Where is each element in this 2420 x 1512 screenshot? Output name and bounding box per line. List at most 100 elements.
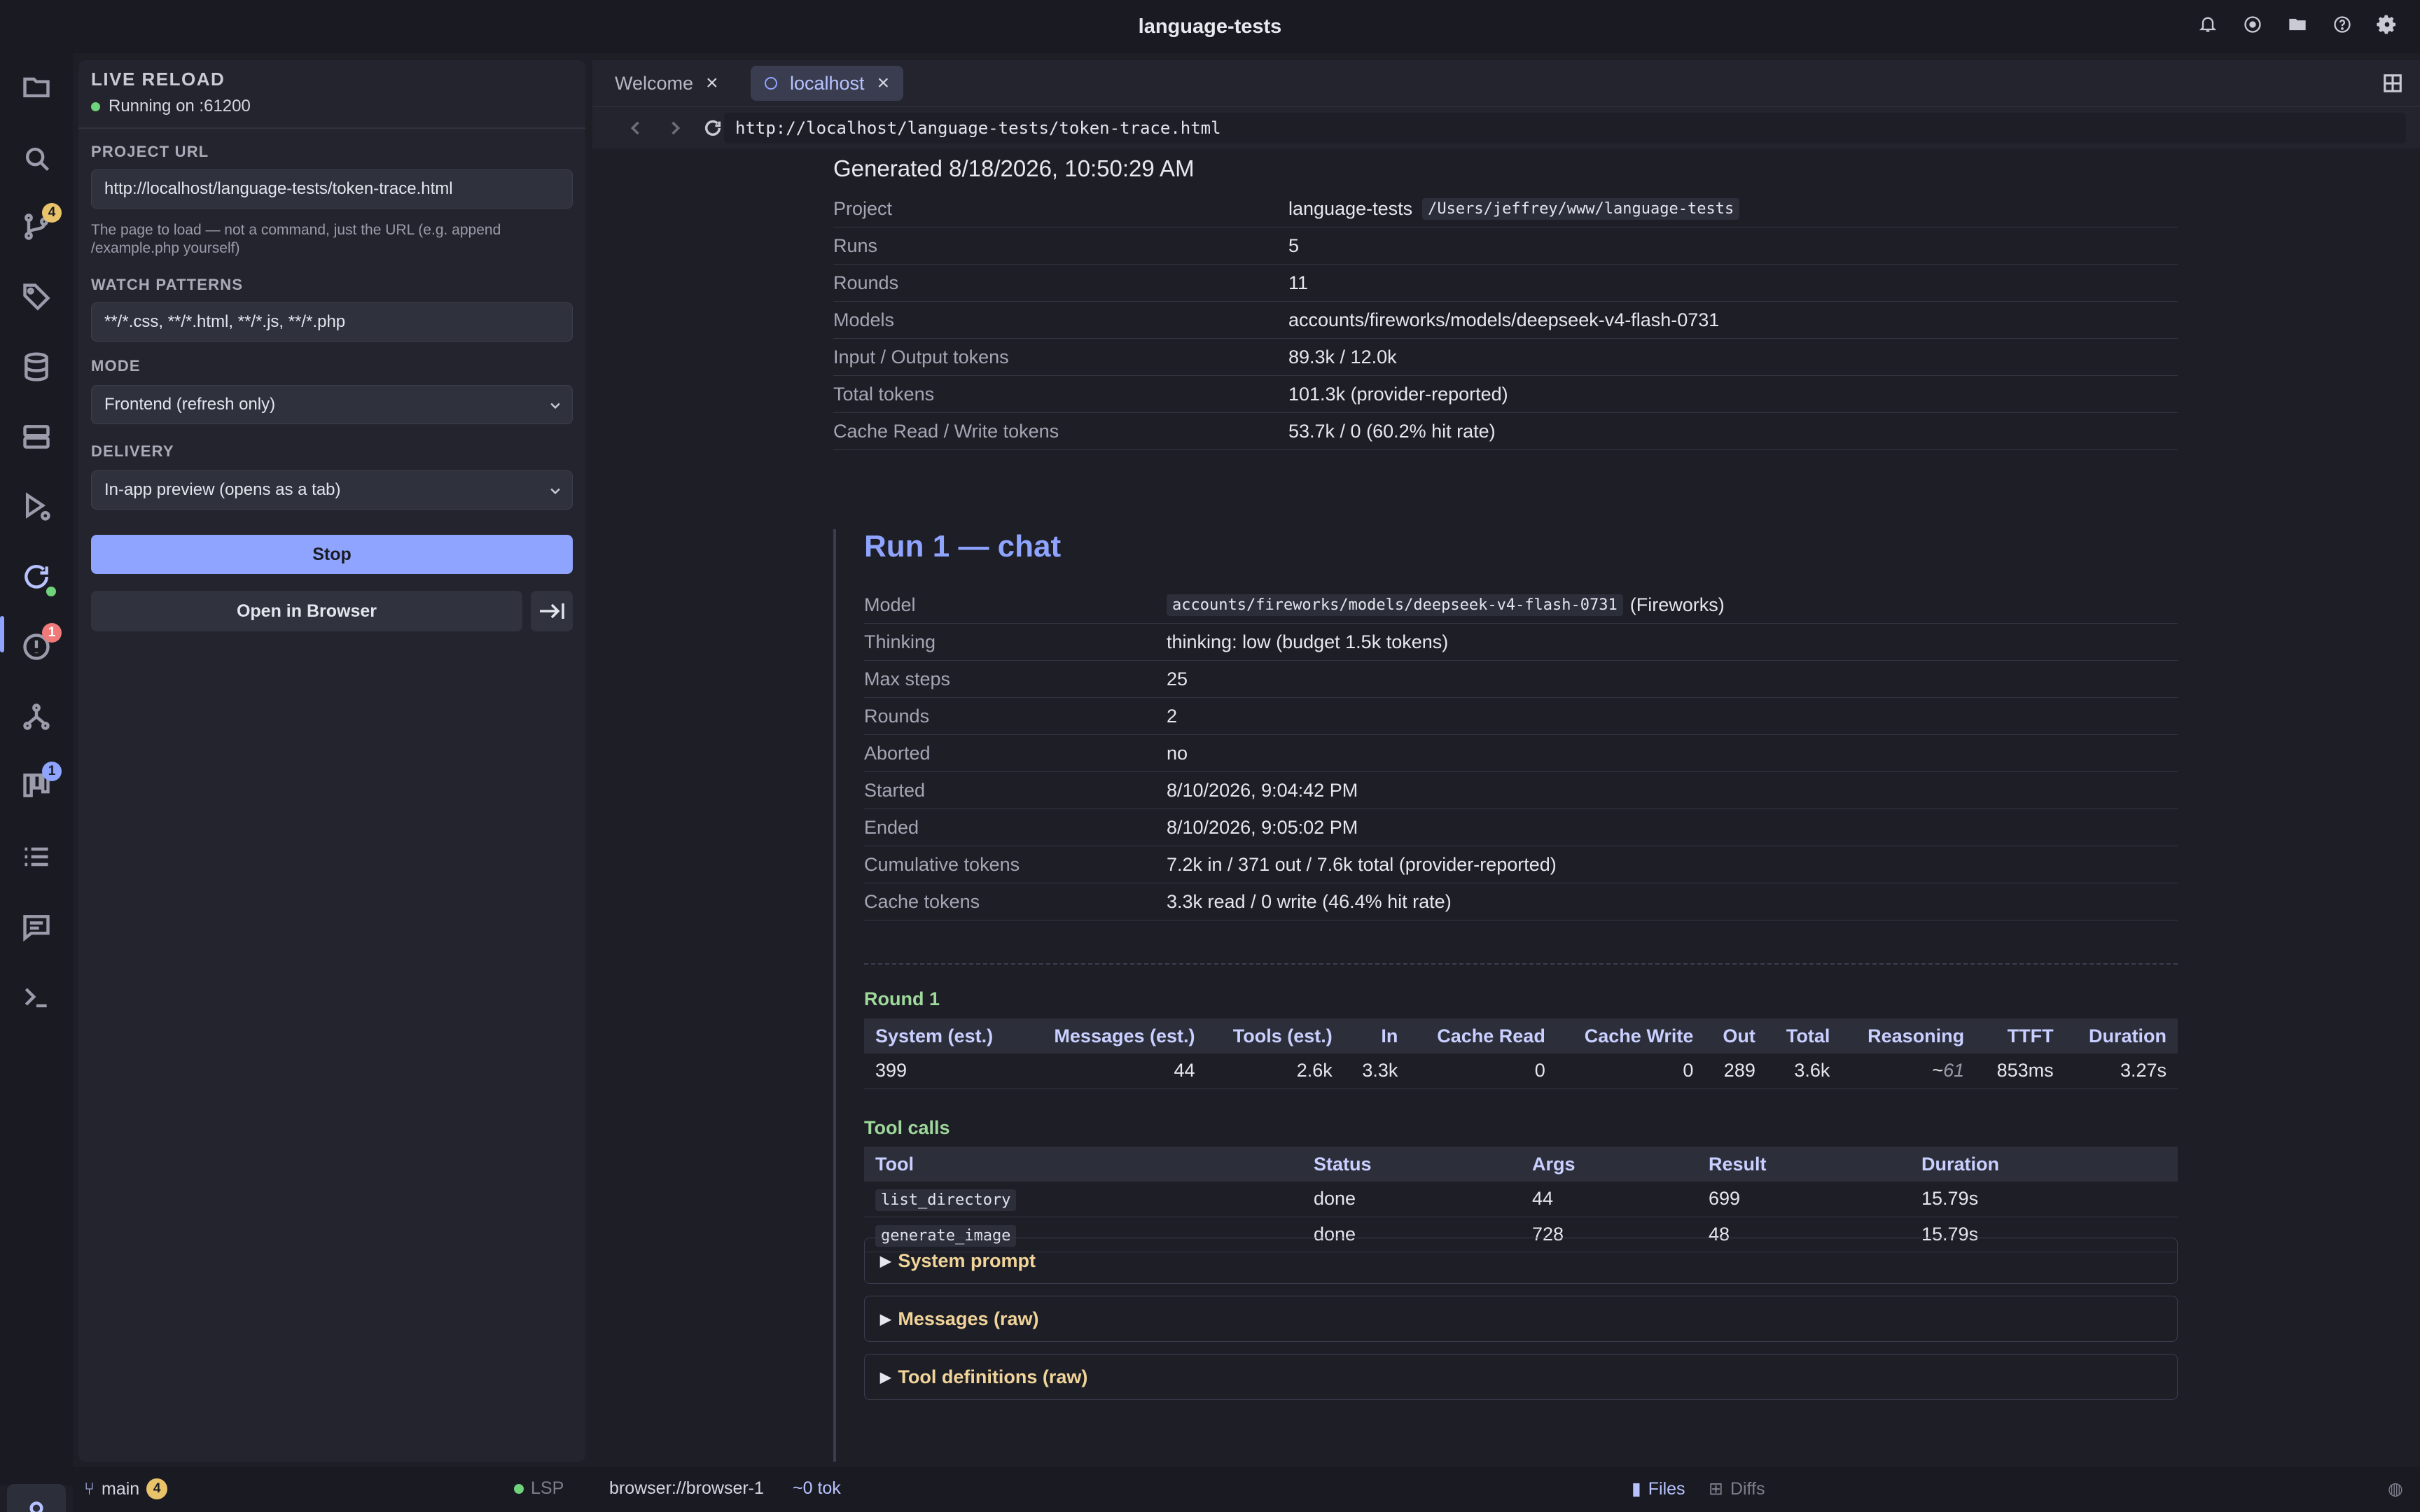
table-cell: 0 [1556, 1054, 1705, 1089]
diffs-label: Diffs [1730, 1478, 1765, 1499]
table-cell: 399 [864, 1054, 1022, 1089]
file-icon: ▮ [1632, 1479, 1641, 1499]
notifications-icon[interactable]: ◍ [2388, 1478, 2403, 1499]
toggle-label: Messages (raw) [898, 1308, 1039, 1329]
kanban-badge: 1 [42, 762, 62, 781]
summary-value: 89.3k / 12.0k [1288, 346, 1397, 368]
detail-key: Rounds [864, 705, 930, 727]
live-reload-icon[interactable] [18, 559, 56, 596]
delivery-label: DELIVERY [91, 442, 174, 460]
record-icon[interactable] [2241, 13, 2265, 36]
help-icon[interactable] [2330, 13, 2354, 36]
detail-key: Cache tokens [864, 890, 980, 912]
summary-row: Total tokens 101.3k (provider-reported) [833, 376, 2178, 413]
tool-definitions-toggle[interactable]: ▶ Tool definitions (raw) [864, 1354, 2178, 1400]
terminal-icon[interactable] [18, 979, 55, 1015]
detail-value: 8/10/2026, 9:05:02 PM [1167, 816, 1358, 838]
bell-icon[interactable] [2196, 13, 2220, 36]
problems-icon[interactable]: 1 [18, 623, 62, 665]
detail-key: Started [864, 779, 926, 801]
tab-welcome[interactable]: Welcome × [601, 66, 732, 101]
panel-header: LIVE RELOAD [91, 69, 225, 90]
folder-icon[interactable] [2286, 13, 2309, 36]
search-icon[interactable] [18, 140, 55, 176]
branch-icon: ⑂ [84, 1478, 95, 1499]
mode-label: MODE [91, 357, 141, 374]
files-toggle[interactable]: ▮ Files [1632, 1478, 1685, 1499]
watch-patterns-input[interactable]: **/*.css, **/*.html, **/*.js, **/*.php [91, 302, 573, 342]
kanban-icon[interactable]: 1 [18, 762, 62, 804]
detail-key: Cumulative tokens [864, 853, 1020, 875]
table-cell: 3.27s [2064, 1054, 2178, 1089]
servers-icon[interactable] [18, 419, 55, 455]
caret-right-icon: ▶ [880, 1311, 891, 1327]
chat-icon[interactable] [18, 909, 55, 945]
browser-id: browser://browser-1 [609, 1478, 764, 1499]
delivery-select[interactable]: In-app preview (opens as a tab) [91, 470, 573, 510]
summary-value: 5 [1288, 234, 1300, 256]
run-detail-row: Ended 8/10/2026, 9:05:02 PM [864, 809, 2178, 846]
stop-button[interactable]: Stop [91, 535, 573, 574]
summary-value: 53.7k / 0 (60.2% hit rate) [1288, 420, 1496, 442]
dashed-divider [864, 963, 2178, 965]
column-header: Cache Read [1409, 1018, 1557, 1054]
diffs-toggle[interactable]: ⊞ Diffs [1709, 1478, 1765, 1499]
model-code: accounts/fireworks/models/deepseek-v4-fl… [1167, 594, 1623, 616]
summary-key: Input / Output tokens [833, 346, 1009, 368]
database-icon[interactable] [18, 349, 55, 385]
run-title: Run 1 — chat [864, 529, 1062, 564]
page-content: Generated 8/18/2026, 10:50:29 AM Project… [592, 148, 2420, 1462]
table-header-row: System (est.) Messages (est.) Tools (est… [864, 1018, 2178, 1054]
explorer-icon[interactable] [18, 69, 55, 105]
summary-key: Runs [833, 234, 878, 256]
summary-key: Cache Read / Write tokens [833, 420, 1059, 442]
summary-row: Project language-tests/Users/jeffrey/www/… [833, 190, 2178, 227]
url-bar[interactable]: http://localhost/language-tests/token-tr… [724, 113, 2406, 144]
open-in-browser-button[interactable]: Open in Browser [91, 591, 522, 631]
settings-icon[interactable] [2375, 13, 2399, 36]
branch-indicator[interactable]: ⑂ main 4 [84, 1478, 168, 1499]
round-title: Round 1 [864, 988, 940, 1009]
lsp-status[interactable]: LSP [514, 1478, 564, 1499]
close-icon[interactable]: × [706, 71, 718, 95]
run-detail-row: Model accounts/fireworks/models/deepseek-… [864, 587, 2178, 624]
tool-calls-title: Tool calls [864, 1117, 950, 1138]
table-cell: 2.6k [1206, 1054, 1344, 1089]
close-icon[interactable]: × [877, 71, 890, 95]
delivery-value: In-app preview (opens as a tab) [104, 480, 341, 499]
table-cell: 15.79s [1910, 1182, 2178, 1217]
summary-table: Project language-tests/Users/jeffrey/www/… [833, 190, 2178, 450]
table-cell: ~61 [1841, 1054, 1976, 1089]
table-cell: 289 [1704, 1054, 1767, 1089]
detail-value: (Fireworks) [1629, 594, 1725, 615]
run-debug-icon[interactable] [18, 489, 55, 525]
token-count: ~0 tok [793, 1478, 841, 1499]
account-button[interactable] [7, 1484, 66, 1512]
system-prompt-toggle[interactable]: ▶ System prompt [864, 1238, 2178, 1284]
reload-button[interactable] [699, 114, 727, 142]
open-external-button[interactable] [531, 591, 573, 631]
forward-button[interactable] [661, 114, 689, 142]
lsp-label: LSP [531, 1478, 564, 1498]
detail-key: Ended [864, 816, 919, 838]
tags-icon[interactable] [18, 279, 55, 315]
column-header: System (est.) [864, 1018, 1022, 1054]
messages-raw-toggle[interactable]: ▶ Messages (raw) [864, 1296, 2178, 1342]
project-url-input[interactable]: http://localhost/language-tests/token-tr… [91, 169, 573, 209]
running-status-text: Running on :61200 [109, 97, 251, 115]
project-url-help: The page to load — not a command, just t… [91, 222, 501, 256]
git-graph-icon[interactable] [18, 699, 55, 735]
source-control-icon[interactable]: 4 [18, 203, 62, 245]
detail-key: Aborted [864, 742, 931, 764]
tasks-icon[interactable] [18, 839, 55, 875]
split-layout-icon[interactable] [2382, 73, 2403, 94]
generated-timestamp: Generated 8/18/2026, 10:50:29 AM [833, 155, 1195, 181]
back-button[interactable] [622, 114, 650, 142]
status-bar: ⑂ main 4 LSP browser://browser-1 ~0 tok … [73, 1467, 2420, 1512]
detail-key: Model [864, 594, 916, 615]
browser-id-text: browser://browser-1 [609, 1478, 764, 1498]
chevron-down-icon [550, 402, 560, 410]
summary-value: 11 [1288, 272, 1309, 293]
tab-localhost[interactable]: localhost × [751, 66, 904, 101]
mode-select[interactable]: Frontend (refresh only) [91, 385, 573, 424]
